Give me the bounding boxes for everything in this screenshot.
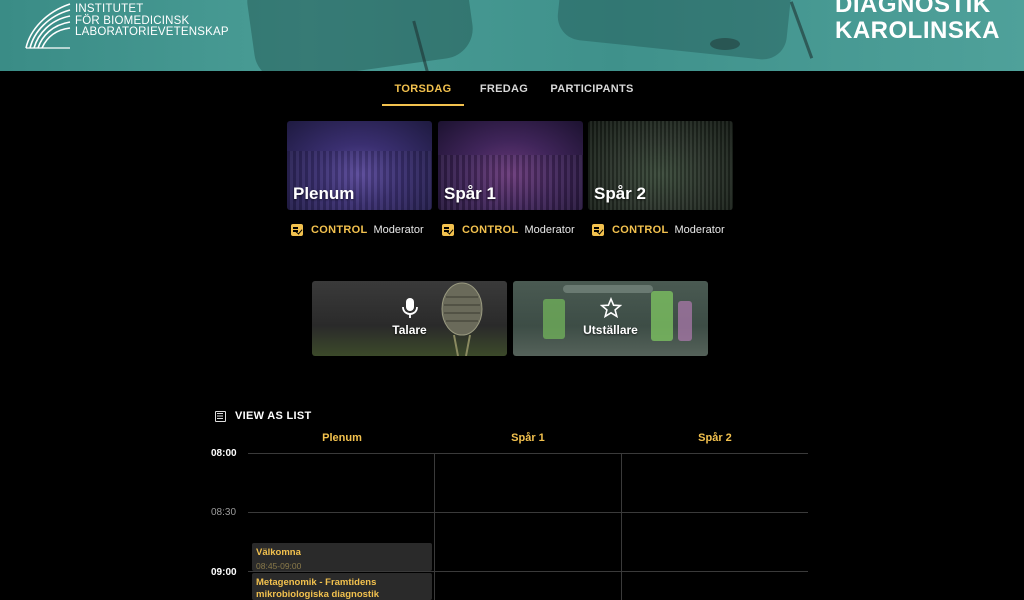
institute-name: INSTITUTET FÖR BIOMEDICINSK LABORATORIEV… [75,3,229,39]
speakers-label: Talare [392,323,427,337]
room-card-spar-2[interactable]: Spår 2 [588,121,733,210]
day-tabs: TORSDAG FREDAG PARTICIPANTS [0,79,1024,107]
column-divider [434,453,435,600]
room-name: Spår 1 [444,184,496,203]
room-control-spar-1: CONTROL Moderator [442,222,575,238]
view-as-list-label: VIEW AS LIST [235,410,312,422]
event-brand-line: DIAGNOSTIK [835,0,991,18]
exhibitors-card[interactable]: Utställare [513,281,708,356]
column-header-spar-1: Spår 1 [511,432,545,444]
column-header-spar-2: Spår 2 [698,432,732,444]
tab-participants[interactable]: PARTICIPANTS [548,79,636,106]
room-name: Plenum [293,184,355,203]
banner-chair-leg [789,1,814,59]
event-time: 08:45-09:00 [256,561,302,571]
moderator-link[interactable]: Moderator [674,224,724,236]
column-divider [621,453,622,600]
header-banner: INSTITUTET FÖR BIOMEDICINSK LABORATORIEV… [0,0,1024,71]
control-checklist-icon [592,224,604,236]
institute-logo-icon [25,3,71,49]
room-card-plenum[interactable]: Plenum [287,121,432,210]
banner-chair-shape [555,0,795,62]
control-link[interactable]: CONTROL [311,224,367,236]
control-link[interactable]: CONTROL [462,224,518,236]
control-checklist-icon [291,224,303,236]
grid-line [248,571,808,572]
booth-decoration [563,285,653,293]
tab-torsdag[interactable]: TORSDAG [382,79,464,106]
event-brand: DIAGNOSTIK KAROLINSKA [835,0,1000,44]
speakers-card[interactable]: Talare [312,281,507,356]
time-label: 08:30 [211,507,237,518]
event-brand-line: KAROLINSKA [835,17,1000,44]
view-as-list-button[interactable]: VIEW AS LIST [215,410,312,422]
moderator-link[interactable]: Moderator [373,224,423,236]
room-card-spar-1[interactable]: Spår 1 [438,121,583,210]
time-label: 08:00 [211,448,237,459]
institute-name-line: INSTITUTET [75,3,144,15]
moderator-link[interactable]: Moderator [524,224,574,236]
column-header-plenum: Plenum [322,432,362,444]
institute-name-line: LABORATORIEVETENSKAP [75,26,229,38]
control-checklist-icon [442,224,454,236]
grid-line [248,512,808,513]
event-title: Välkomna [256,547,301,558]
tab-fredag[interactable]: FREDAG [474,79,534,106]
room-control-plenum: CONTROL Moderator [291,222,424,238]
room-name: Spår 2 [594,184,646,203]
event-title: Metagenomik - Framtidens mikrobiologiska… [256,577,379,600]
time-label: 09:00 [211,567,237,578]
banner-chair-shape [243,0,477,71]
room-control-spar-2: CONTROL Moderator [592,222,725,238]
list-icon [215,410,226,422]
grid-line [248,453,808,454]
microphone-image [441,282,483,356]
banner-detail [710,38,740,50]
exhibitors-label: Utställare [583,323,638,337]
microphone-icon [401,298,418,318]
schedule-event[interactable]: Välkomna 08:45-09:00 [252,543,432,571]
star-icon [599,297,622,319]
control-link[interactable]: CONTROL [612,224,668,236]
schedule-event[interactable]: Metagenomik - Framtidens mikrobiologiska… [252,573,432,600]
